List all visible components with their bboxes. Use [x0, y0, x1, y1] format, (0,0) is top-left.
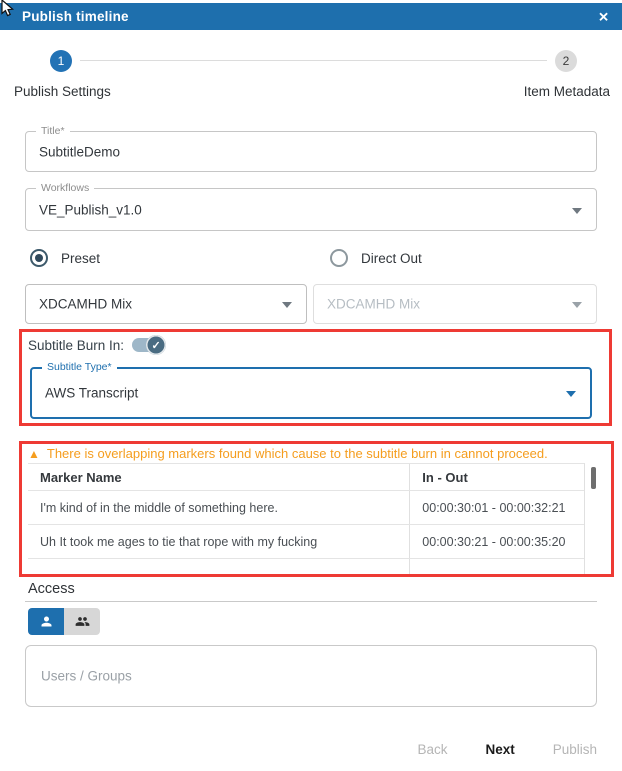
publish-timeline-dialog: Publish timeline ✕ 1 2 Publish Settings …	[0, 0, 622, 771]
publish-button: Publish	[553, 742, 597, 757]
overlap-warning: ▲ There is overlapping markers found whi…	[28, 446, 548, 461]
subtitle-type-label: Subtitle Type*	[42, 361, 117, 374]
mouse-cursor	[1, 0, 15, 18]
radio-direct-out-label: Direct Out	[361, 251, 422, 266]
workflows-value: VE_Publish_v1.0	[39, 202, 142, 217]
table-row: I'm kind of in the middle of something h…	[28, 491, 584, 525]
direct-out-select-disabled: XDCAMHD Mix	[313, 284, 597, 324]
subtitle-burn-in-row: Subtitle Burn In: ✓	[28, 335, 162, 355]
access-type-segmented-control	[28, 608, 100, 635]
step-1-number: 1	[58, 54, 65, 68]
table-header-row: Marker Name In - Out	[28, 464, 584, 491]
title-field-value: SubtitleDemo	[39, 144, 120, 159]
close-icon[interactable]: ✕	[598, 10, 609, 23]
dialog-titlebar: Publish timeline ✕	[0, 3, 622, 30]
subtitle-burn-in-label: Subtitle Burn In:	[28, 338, 124, 353]
in-out-cell: 00:00:30:01 - 00:00:32:21	[409, 491, 584, 524]
subtitle-type-value: AWS Transcript	[45, 386, 138, 401]
title-field[interactable]: Title* SubtitleDemo	[25, 131, 597, 172]
preset-select-value: XDCAMHD Mix	[39, 297, 132, 312]
table-row-partial	[28, 559, 584, 574]
table-scrollbar-thumb[interactable]	[591, 467, 596, 489]
users-groups-placeholder: Users / Groups	[41, 669, 132, 684]
marker-name-cell	[28, 559, 409, 574]
in-out-cell: 00:00:30:21 - 00:00:35:20	[409, 525, 584, 558]
groups-toggle-button[interactable]	[64, 608, 100, 635]
subtitle-burn-in-toggle[interactable]: ✓	[132, 338, 162, 352]
in-out-cell	[409, 559, 584, 574]
marker-name-cell: I'm kind of in the middle of something h…	[28, 491, 409, 524]
radio-unselected-icon	[330, 249, 348, 267]
stepper-step-2[interactable]: 2	[555, 50, 577, 72]
toggle-check-icon: ✓	[146, 335, 166, 355]
step-2-number: 2	[563, 54, 570, 68]
user-icon	[39, 614, 54, 629]
step-1-label: Publish Settings	[14, 84, 111, 99]
radio-preset[interactable]: Preset	[30, 249, 100, 267]
direct-out-select-value: XDCAMHD Mix	[327, 297, 420, 312]
access-heading: Access	[28, 581, 75, 597]
warning-text: There is overlapping markers found which…	[47, 446, 548, 461]
chevron-down-icon	[566, 391, 576, 397]
workflows-select[interactable]: Workflows VE_Publish_v1.0	[25, 188, 597, 231]
markers-table: Marker Name In - Out I'm kind of in the …	[28, 463, 585, 574]
stepper-step-1[interactable]: 1	[50, 50, 72, 72]
stepper-connector	[80, 60, 547, 61]
preset-select[interactable]: XDCAMHD Mix	[25, 284, 307, 324]
step-2-label: Item Metadata	[524, 84, 610, 99]
marker-name-cell: Uh It took me ages to tie that rope with…	[28, 525, 409, 558]
chevron-down-icon	[572, 302, 582, 308]
radio-direct-out[interactable]: Direct Out	[330, 249, 422, 267]
dialog-title: Publish timeline	[22, 9, 129, 24]
dialog-footer: Back Next Publish	[417, 742, 597, 757]
radio-preset-label: Preset	[61, 251, 100, 266]
title-field-label: Title*	[36, 125, 70, 138]
table-row: Uh It took me ages to tie that rope with…	[28, 525, 584, 559]
column-header-marker-name: Marker Name	[28, 464, 409, 490]
warning-icon: ▲	[28, 448, 40, 460]
workflows-label: Workflows	[36, 182, 94, 195]
next-button[interactable]: Next	[485, 742, 514, 757]
users-toggle-button[interactable]	[28, 608, 64, 635]
chevron-down-icon	[282, 302, 292, 308]
subtitle-type-select[interactable]: Subtitle Type* AWS Transcript	[30, 367, 592, 419]
users-groups-input[interactable]: Users / Groups	[25, 645, 597, 707]
group-icon	[75, 614, 90, 629]
chevron-down-icon	[572, 208, 582, 214]
back-button: Back	[417, 742, 447, 757]
radio-selected-icon	[30, 249, 48, 267]
access-divider	[25, 601, 597, 602]
column-header-in-out: In - Out	[409, 464, 584, 490]
